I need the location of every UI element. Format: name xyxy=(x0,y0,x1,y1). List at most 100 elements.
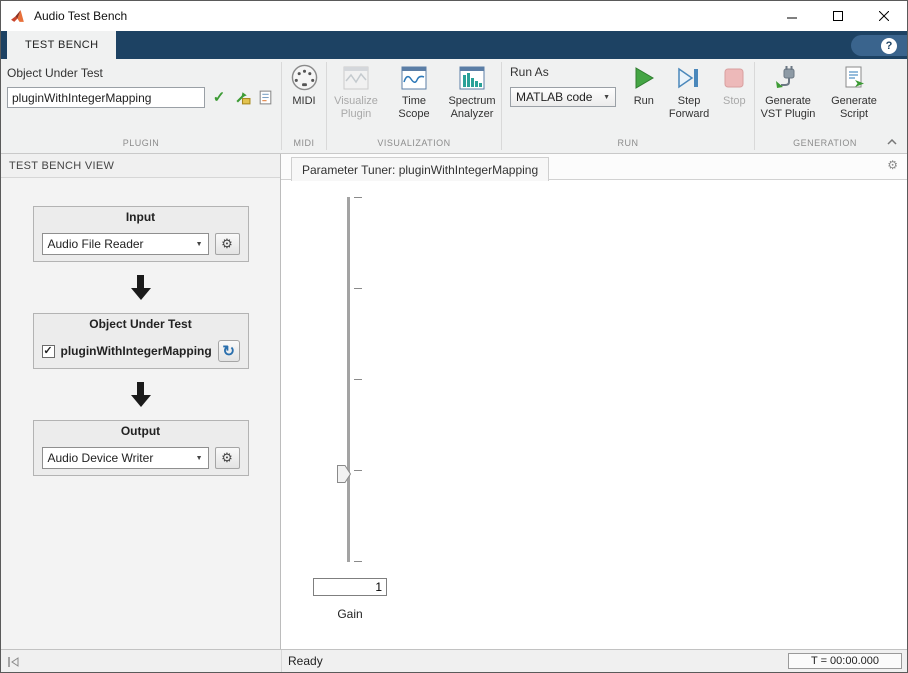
section-plugin: Object Under Test ✓ xyxy=(1,59,281,153)
tab-test-bench[interactable]: TEST BENCH xyxy=(7,31,117,59)
titlebar: Audio Test Bench xyxy=(1,1,907,31)
plugin-name-label: pluginWithIntegerMapping xyxy=(60,344,212,358)
generate-vst-label: Generate VST Plugin xyxy=(760,95,816,120)
chevron-down-icon: ▼ xyxy=(195,240,203,248)
run-as-label: Run As xyxy=(510,65,549,79)
spectrum-analyzer-label: Spectrum Analyzer xyxy=(448,95,496,120)
section-visualization: Visualize Plugin Time Scope Spectrum Ana… xyxy=(327,59,501,153)
plugin-enabled-checkbox[interactable]: ✓ xyxy=(41,344,55,358)
slider-tick xyxy=(354,197,362,198)
ribbon-filler xyxy=(887,59,907,153)
section-label-visualization: VISUALIZATION xyxy=(377,138,451,148)
parameter-tuner-header: Parameter Tuner: pluginWithIntegerMappin… xyxy=(281,154,907,181)
section-generation: Generate VST Plugin Generate Script GENE… xyxy=(755,59,895,153)
generate-script-label: Generate Script xyxy=(831,95,877,120)
statusbar: Ready T = 00:00.000 xyxy=(1,649,907,672)
slider-tick xyxy=(354,470,362,471)
run-as-dropdown[interactable]: MATLAB code ▼ xyxy=(510,87,616,107)
reset-plugin-button[interactable]: ↻ xyxy=(217,340,240,362)
time-scope-icon xyxy=(401,66,427,89)
gain-value-input[interactable] xyxy=(313,578,387,596)
visualize-plugin-label: Visualize Plugin xyxy=(334,95,378,120)
script-icon xyxy=(845,66,864,87)
time-scope-button[interactable]: Time Scope xyxy=(385,59,443,138)
refresh-icon: ↻ xyxy=(222,343,235,360)
spectrum-analyzer-button[interactable]: Spectrum Analyzer xyxy=(443,59,501,138)
step-forward-icon xyxy=(678,67,699,88)
time-display: T = 00:00.000 xyxy=(788,653,902,669)
panel-settings-button[interactable]: ⚙ xyxy=(887,158,898,172)
section-run: Run As MATLAB code ▼ Run Step Forward St… xyxy=(502,59,754,153)
section-label-midi: MIDI xyxy=(293,138,315,148)
midi-button[interactable]: MIDI xyxy=(291,59,318,138)
generate-script-button[interactable]: Generate Script xyxy=(821,59,887,138)
test-bench-view-panel: TEST BENCH VIEW Input Audio File Reader … xyxy=(1,154,281,649)
output-settings-button[interactable]: ⚙ xyxy=(214,447,240,469)
output-group-title: Output xyxy=(120,424,161,438)
validate-plugin-button[interactable]: ✓ xyxy=(210,88,228,107)
input-group-title: Input xyxy=(125,210,156,224)
input-source-dropdown[interactable]: Audio File Reader ▼ xyxy=(41,233,209,255)
collapse-ribbon-button[interactable] xyxy=(885,137,899,147)
section-label-plugin: PLUGIN xyxy=(122,138,160,148)
visualize-plugin-icon xyxy=(343,66,369,89)
stop-label: Stop xyxy=(723,95,746,107)
generate-vst-button[interactable]: Generate VST Plugin xyxy=(755,59,821,138)
parameter-tuner-panel: Parameter Tuner: pluginWithIntegerMappin… xyxy=(281,154,907,649)
parameter-tuner-tab[interactable]: Parameter Tuner: pluginWithIntegerMappin… xyxy=(291,157,550,181)
run-button[interactable]: Run xyxy=(624,59,663,138)
object-under-test-group-title: Object Under Test xyxy=(89,317,192,331)
maximize-icon xyxy=(833,11,843,21)
input-settings-button[interactable]: ⚙ xyxy=(214,233,240,255)
gain-label: Gain xyxy=(337,607,363,621)
gear-icon: ⚙ xyxy=(887,158,898,172)
collapse-left-icon xyxy=(8,657,19,667)
open-editor-button[interactable] xyxy=(256,88,274,107)
section-midi: MIDI MIDI xyxy=(282,59,326,153)
slider-track[interactable] xyxy=(347,197,350,562)
collapse-panel-button[interactable] xyxy=(7,655,20,672)
test-bench-view-header: TEST BENCH VIEW xyxy=(1,154,280,178)
minimize-button[interactable] xyxy=(769,1,815,31)
run-as-value: MATLAB code xyxy=(516,90,593,104)
slider-thumb[interactable] xyxy=(337,465,352,488)
stop-icon xyxy=(724,68,744,87)
visualize-plugin-button[interactable]: Visualize Plugin xyxy=(327,59,385,138)
close-icon xyxy=(879,11,889,21)
matlab-logo-icon xyxy=(11,9,24,22)
output-device-dropdown[interactable]: Audio Device Writer ▼ xyxy=(41,447,209,469)
time-scope-label: Time Scope xyxy=(398,95,430,120)
section-label-run: RUN xyxy=(617,138,639,148)
object-under-test-input[interactable] xyxy=(7,87,205,108)
output-device-value: Audio Device Writer xyxy=(47,451,154,465)
gear-icon: ⚙ xyxy=(221,236,233,251)
load-plugin-button[interactable] xyxy=(233,88,251,107)
gain-slider[interactable] xyxy=(337,197,365,562)
input-group: Input Audio File Reader ▼ ⚙ xyxy=(32,206,249,262)
help-button[interactable]: ? xyxy=(851,35,907,56)
statusbar-divider xyxy=(281,650,282,672)
content-area: TEST BENCH VIEW Input Audio File Reader … xyxy=(1,154,907,649)
window-controls xyxy=(769,1,907,31)
object-under-test-group: Object Under Test ✓ pluginWithIntegerMap… xyxy=(32,313,249,369)
help-icon: ? xyxy=(881,37,897,54)
spectrum-analyzer-icon xyxy=(459,66,485,89)
maximize-button[interactable] xyxy=(815,1,861,31)
checkbox-check-icon: ✓ xyxy=(43,344,53,357)
chevron-down-icon: ▼ xyxy=(603,93,610,101)
gear-icon: ⚙ xyxy=(221,450,233,465)
step-forward-button[interactable]: Step Forward xyxy=(663,59,714,138)
slider-tick xyxy=(354,561,362,562)
section-label-generation: GENERATION xyxy=(793,138,857,148)
close-button[interactable] xyxy=(861,1,907,31)
run-label: Run xyxy=(633,95,654,107)
slider-tick xyxy=(354,288,362,289)
run-icon xyxy=(635,66,654,89)
signal-flow-diagram: Input Audio File Reader ▼ ⚙ Object Under… xyxy=(1,178,280,649)
check-icon: ✓ xyxy=(212,89,226,106)
down-arrow-icon xyxy=(130,275,151,300)
minimize-icon xyxy=(787,17,797,19)
stop-button[interactable]: Stop xyxy=(715,59,754,138)
app-window: Audio Test Bench TEST BENCH ? Object Und… xyxy=(0,0,908,673)
object-under-test-label: Object Under Test xyxy=(7,66,103,80)
